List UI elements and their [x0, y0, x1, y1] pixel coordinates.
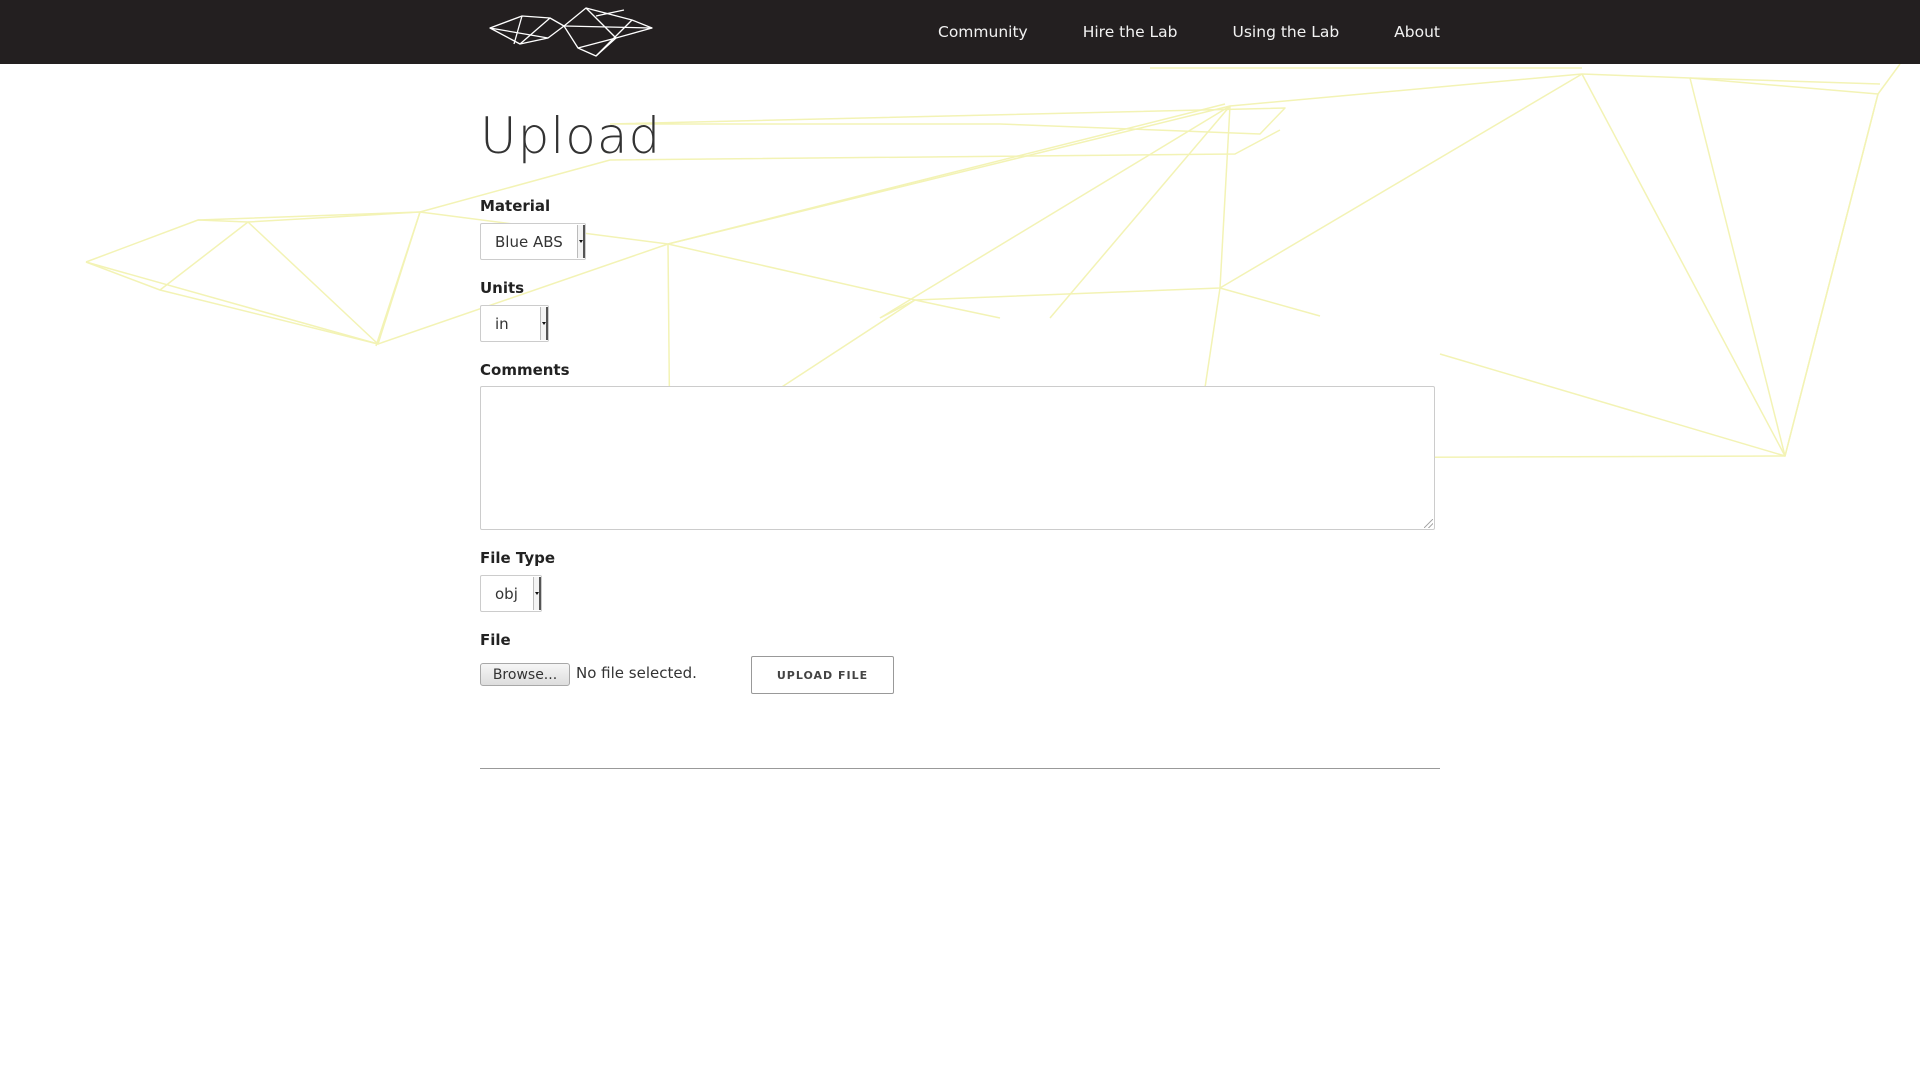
nav-links: Community Hire the Lab Using the Lab Abo…: [883, 0, 1440, 64]
units-select-value: in: [495, 314, 509, 333]
nav-link-hire-the-lab[interactable]: Hire the Lab: [1083, 23, 1178, 41]
material-select-value: Blue ABS: [495, 232, 563, 251]
nav-link-about[interactable]: About: [1394, 23, 1440, 41]
chevron-down-icon: [577, 225, 585, 258]
file-type-label: File Type: [480, 549, 556, 567]
file-type-select[interactable]: obj: [480, 575, 542, 612]
top-navbar: Community Hire the Lab Using the Lab Abo…: [0, 0, 1920, 64]
comments-textarea[interactable]: [480, 386, 1435, 530]
page-title: Upload: [480, 107, 662, 165]
nav-link-using-the-lab[interactable]: Using the Lab: [1233, 23, 1340, 41]
file-type-select-value: obj: [495, 584, 518, 603]
file-status-text: No file selected.: [576, 664, 697, 682]
file-label: File: [480, 631, 511, 649]
units-label: Units: [480, 279, 525, 297]
comments-label: Comments: [480, 361, 570, 379]
material-label: Material: [480, 197, 551, 215]
chevron-down-icon: [533, 577, 541, 610]
chevron-down-icon: [540, 307, 548, 340]
logo-icon[interactable]: [486, 4, 656, 60]
resize-grip-icon[interactable]: [1424, 519, 1433, 528]
units-select[interactable]: in: [480, 305, 549, 342]
upload-file-button[interactable]: UPLOAD FILE: [751, 656, 894, 694]
nav-link-community[interactable]: Community: [938, 23, 1028, 41]
browse-button[interactable]: Browse...: [480, 663, 570, 686]
material-select[interactable]: Blue ABS: [480, 223, 586, 260]
footer-divider: [480, 768, 1440, 769]
